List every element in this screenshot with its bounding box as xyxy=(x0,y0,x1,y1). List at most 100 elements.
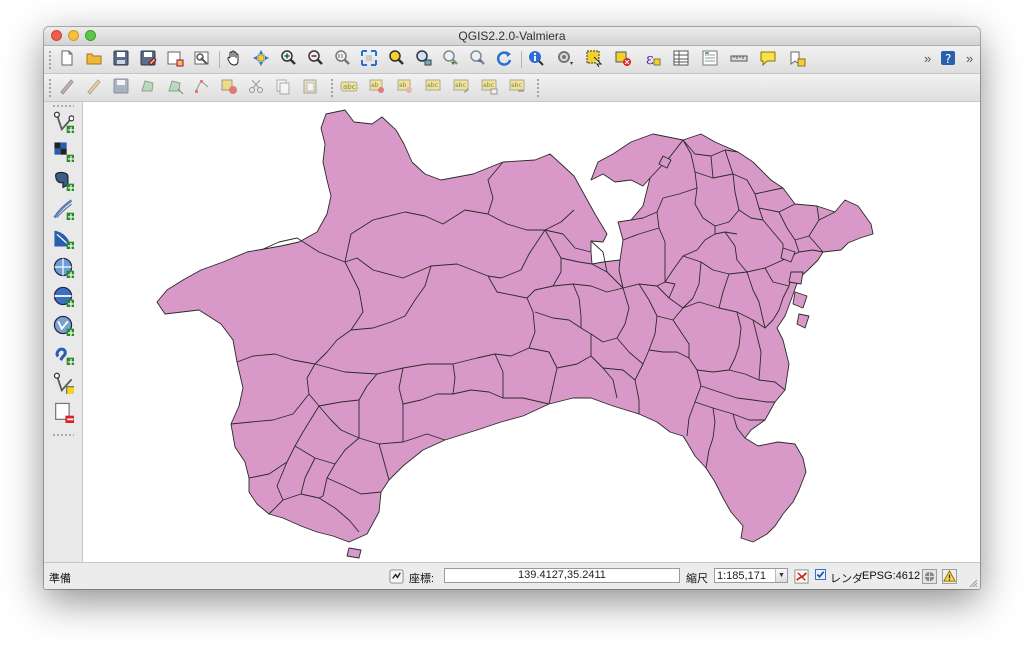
coordinate-field[interactable]: 139.4127,35.2411 xyxy=(444,568,680,583)
toolbar-grip[interactable] xyxy=(48,78,52,97)
rotate-label-button[interactable]: abc xyxy=(450,77,472,98)
toolbar-grip[interactable] xyxy=(52,433,74,437)
map-polygon-outline xyxy=(156,109,874,543)
svg-text:?: ? xyxy=(945,52,951,66)
zoom-to-selection-button[interactable] xyxy=(385,49,407,70)
toolbar-grip[interactable] xyxy=(536,78,540,97)
zoom-to-selection-icon xyxy=(387,49,405,70)
deselect-all-button[interactable] xyxy=(612,49,634,70)
zoom-to-layer-button[interactable] xyxy=(412,49,434,70)
delete-selected-button[interactable] xyxy=(218,77,240,98)
qgis-window: QGIS2.2.0-Valmiera ε»?» abc ab ab abc abc abc… xyxy=(44,27,980,589)
toggle-editing-button[interactable] xyxy=(83,77,105,98)
change-label-button[interactable]: abc xyxy=(478,77,500,98)
pin-labels-button[interactable]: ab xyxy=(366,77,388,98)
help-button[interactable]: ? xyxy=(937,49,959,70)
zoom-actual-size-button[interactable] xyxy=(331,49,353,70)
crs-status[interactable]: EPSG:4612 xyxy=(862,570,920,582)
composer-manager-button[interactable] xyxy=(191,49,213,70)
add-wcs-layer-button[interactable] xyxy=(50,285,76,309)
crs-globe-icon[interactable] xyxy=(921,568,937,584)
new-shapefile-layer-button[interactable] xyxy=(50,372,76,396)
identify-button[interactable] xyxy=(525,49,547,70)
messages-warning-icon[interactable] xyxy=(941,568,957,584)
add-wcs-layer-icon xyxy=(52,285,76,310)
add-feature-button[interactable] xyxy=(137,77,159,98)
refresh-button[interactable] xyxy=(493,49,515,70)
zoom-next-icon xyxy=(468,49,486,70)
map-tips-button[interactable] xyxy=(757,49,779,70)
remove-layer-button[interactable] xyxy=(50,401,76,425)
node-tool-button[interactable] xyxy=(191,77,213,98)
attribute-table-button[interactable] xyxy=(670,49,692,70)
deselect-all-icon xyxy=(614,49,632,70)
new-print-composer-button[interactable] xyxy=(164,49,186,70)
select-features-button[interactable] xyxy=(583,49,605,70)
resize-grip-icon[interactable] xyxy=(969,579,978,588)
zoom-last-button[interactable] xyxy=(439,49,461,70)
toolbar-overflow-button[interactable]: » xyxy=(966,51,973,66)
current-edits-button[interactable] xyxy=(56,77,78,98)
add-mssql-layer-button[interactable] xyxy=(50,227,76,251)
field-calculator-button[interactable]: ε xyxy=(641,49,663,70)
new-project-button[interactable] xyxy=(56,49,78,70)
save-edits-icon xyxy=(112,77,130,98)
move-label-button[interactable]: abc xyxy=(422,77,444,98)
zoom-full-icon xyxy=(360,49,378,70)
map-canvas[interactable] xyxy=(83,102,980,562)
change-label-icon: abc xyxy=(480,77,498,98)
add-wms-layer-icon xyxy=(52,256,76,281)
add-delimited-text-layer-button[interactable] xyxy=(50,343,76,367)
save-edits-button[interactable] xyxy=(110,77,132,98)
add-raster-layer-button[interactable] xyxy=(50,140,76,164)
add-wfs-layer-icon xyxy=(52,314,76,339)
field-calculator-icon: ε xyxy=(643,49,661,70)
zoom-in-button[interactable] xyxy=(277,49,299,70)
pin-labels-icon: ab xyxy=(368,77,386,98)
zoom-next-button[interactable] xyxy=(466,49,488,70)
zoom-out-button[interactable] xyxy=(304,49,326,70)
toolbar-grip[interactable] xyxy=(330,78,334,97)
statistics-button[interactable] xyxy=(699,49,721,70)
save-project-button[interactable] xyxy=(110,49,132,70)
copy-features-button[interactable] xyxy=(272,77,294,98)
title-bar: QGIS2.2.0-Valmiera xyxy=(44,27,980,46)
rotate-label-icon: abc xyxy=(452,77,470,98)
toolbar-grip[interactable] xyxy=(52,104,74,108)
scale-select[interactable]: 1:185,171 ▼ xyxy=(714,568,788,583)
add-vector-layer-button[interactable] xyxy=(50,111,76,135)
measure-button[interactable] xyxy=(728,49,750,70)
manage-layers-toolbar xyxy=(44,102,83,562)
render-checkbox[interactable] xyxy=(815,569,826,580)
open-project-button[interactable] xyxy=(83,49,105,70)
add-spatialite-layer-button[interactable] xyxy=(50,198,76,222)
run-feature-action-icon xyxy=(556,49,574,70)
zoom-full-button[interactable] xyxy=(358,49,380,70)
save-project-as-button[interactable] xyxy=(137,49,159,70)
add-feature-icon xyxy=(139,77,157,98)
run-feature-action-button[interactable] xyxy=(554,49,576,70)
cut-features-button[interactable] xyxy=(245,77,267,98)
toolbar-overflow-button[interactable]: » xyxy=(924,51,931,66)
new-bookmark-button[interactable] xyxy=(786,49,808,70)
toggle-coordinate-display-icon[interactable] xyxy=(388,568,404,584)
move-feature-button[interactable] xyxy=(164,77,186,98)
attribute-table-icon xyxy=(672,49,690,70)
map-polygon-outline xyxy=(796,313,810,329)
chevron-down-icon[interactable]: ▼ xyxy=(775,569,787,582)
add-wms-layer-button[interactable] xyxy=(50,256,76,280)
pan-hand-button[interactable] xyxy=(223,49,245,70)
pan-to-selection-button[interactable] xyxy=(250,49,272,70)
highlight-pinned-labels-button[interactable]: ab xyxy=(394,77,416,98)
map-polygon-outline xyxy=(792,291,808,309)
label-abc-button[interactable]: abc xyxy=(338,77,360,98)
svg-text:abc: abc xyxy=(343,83,356,91)
toolbar-grip[interactable] xyxy=(48,50,52,69)
show-hide-labels-icon: abc xyxy=(508,77,526,98)
map-view[interactable] xyxy=(83,102,980,562)
stop-render-icon[interactable] xyxy=(793,568,809,584)
show-hide-labels-button[interactable]: abc xyxy=(506,77,528,98)
add-wfs-layer-button[interactable] xyxy=(50,314,76,338)
paste-features-button[interactable] xyxy=(299,77,321,98)
add-postgis-layer-button[interactable] xyxy=(50,169,76,193)
